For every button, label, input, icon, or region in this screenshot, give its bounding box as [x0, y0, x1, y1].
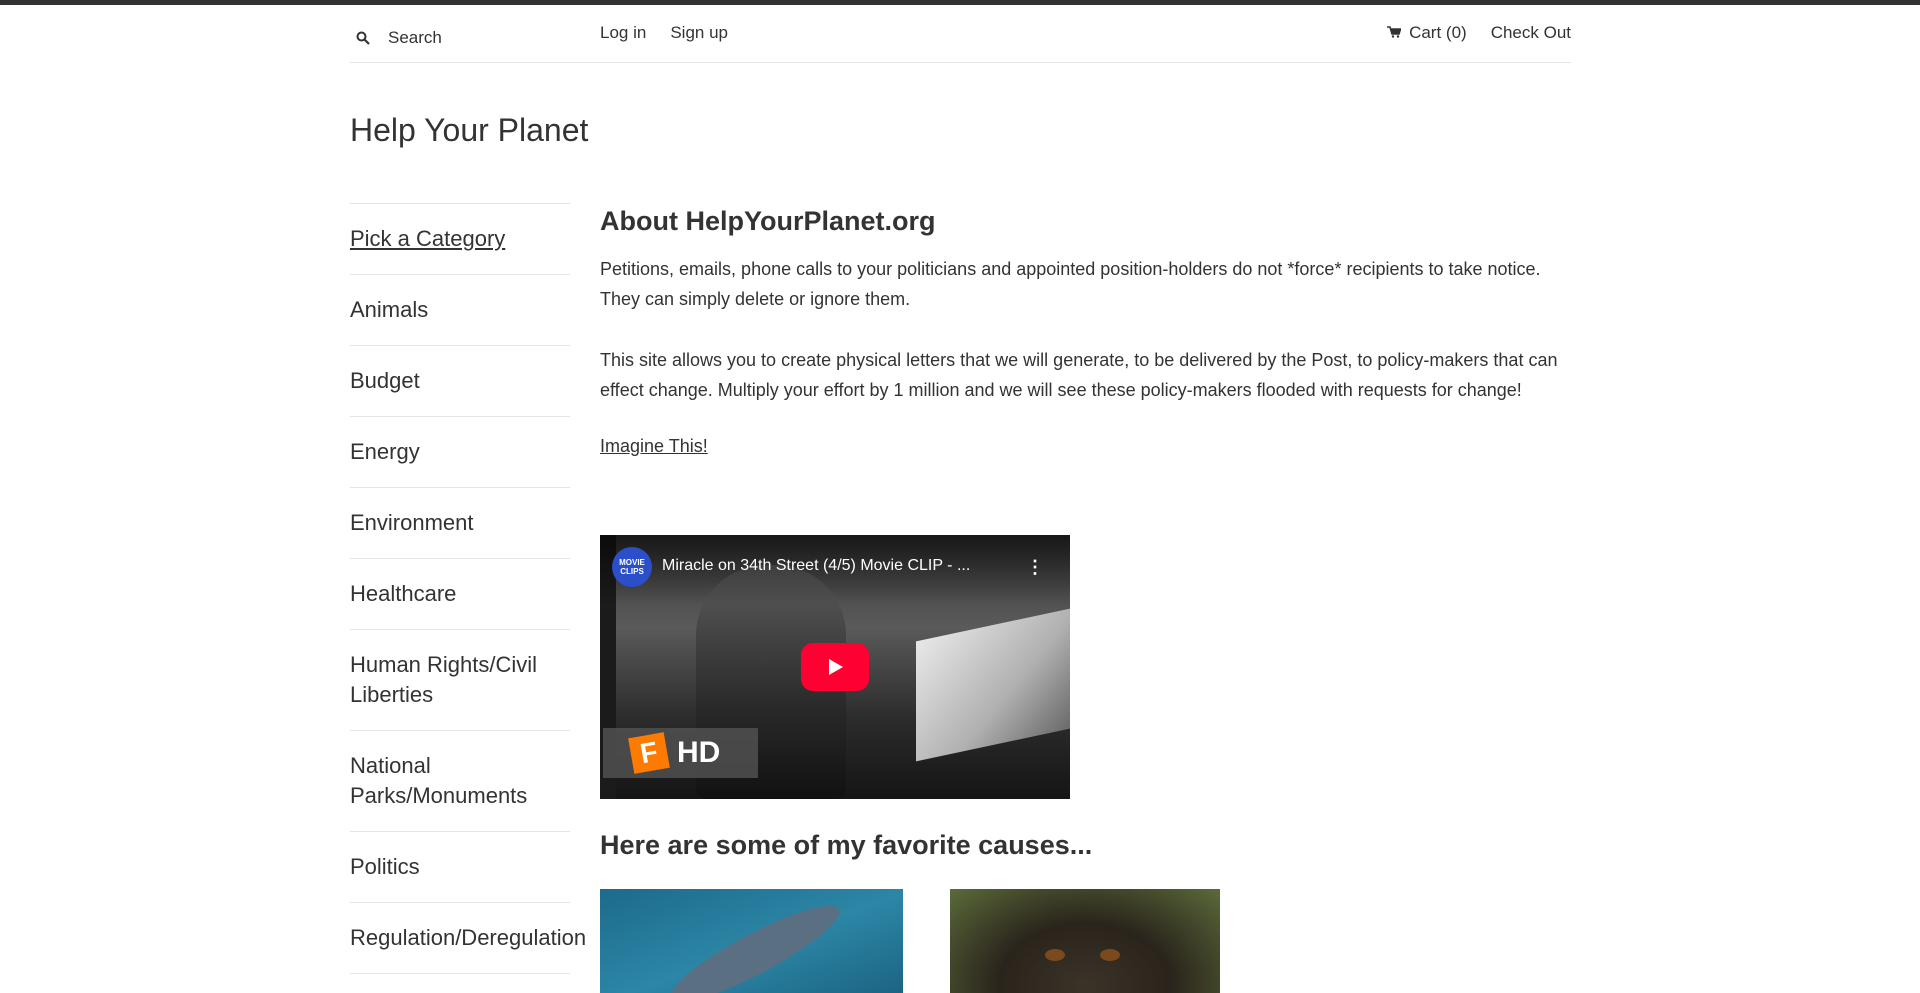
about-paragraph-2: This site allows you to create physical … — [600, 350, 1558, 400]
search-form — [350, 21, 570, 55]
signup-link[interactable]: Sign up — [670, 23, 728, 43]
site-header: Log in Sign up Cart (0) Check Out — [350, 5, 1571, 63]
sidebar-item-environment[interactable]: Environment — [350, 487, 570, 558]
imagine-this-link[interactable]: Imagine This! — [600, 436, 708, 457]
sidebar-item-human-rights[interactable]: Human Rights/Civil Liberties — [350, 629, 570, 730]
sidebar-heading[interactable]: Pick a Category — [350, 203, 570, 274]
search-icon[interactable] — [350, 21, 388, 55]
sidebar-item-regulation[interactable]: Regulation/Deregulation — [350, 902, 586, 973]
sidebar-heading-label: Pick a Category — [350, 226, 506, 251]
search-input[interactable] — [388, 28, 558, 48]
sidebar-divider — [350, 973, 570, 974]
more-options-icon[interactable]: ⋮ — [1026, 555, 1044, 579]
about-title: About HelpYourPlanet.org — [600, 206, 936, 236]
gorilla-eye-right — [1100, 949, 1120, 961]
cart-links: Cart (0) Check Out — [1387, 23, 1571, 43]
fandango-hd-badge: F HD — [603, 728, 758, 778]
channel-avatar[interactable]: MOVIE CLIPS — [612, 547, 652, 587]
cart-icon — [1387, 23, 1402, 43]
sidebar-item-national-parks[interactable]: National Parks/Monuments — [350, 730, 570, 831]
cause-image-gorilla[interactable] — [950, 889, 1220, 993]
sidebar-item-animals[interactable]: Animals — [350, 274, 570, 345]
cart-label: Cart (0) — [1409, 23, 1467, 42]
sidebar-item-healthcare[interactable]: Healthcare — [350, 558, 570, 629]
whale-shape — [661, 891, 849, 993]
sidebar-item-politics[interactable]: Politics — [350, 831, 570, 902]
causes-title: Here are some of my favorite causes... — [600, 830, 1093, 860]
video-papers — [916, 608, 1070, 762]
checkout-link[interactable]: Check Out — [1491, 23, 1571, 43]
fandango-logo: F — [628, 732, 670, 774]
gorilla-eye-left — [1045, 949, 1065, 961]
video-title[interactable]: Miracle on 34th Street (4/5) Movie CLIP … — [662, 557, 1007, 575]
play-button[interactable] — [801, 643, 869, 691]
account-links: Log in Sign up — [600, 23, 728, 43]
cause-image-whale[interactable] — [600, 889, 903, 993]
cart-link[interactable]: Cart (0) — [1387, 23, 1467, 43]
sidebar-item-budget[interactable]: Budget — [350, 345, 570, 416]
hd-label: HD — [677, 736, 721, 769]
login-link[interactable]: Log in — [600, 23, 646, 43]
site-title[interactable]: Help Your Planet — [350, 112, 588, 149]
sidebar-item-energy[interactable]: Energy — [350, 416, 570, 487]
embedded-video[interactable]: MOVIE CLIPS Miracle on 34th Street (4/5)… — [600, 535, 1070, 799]
play-icon — [829, 659, 843, 675]
about-paragraph-1: Petitions, emails, phone calls to your p… — [600, 259, 1541, 309]
category-sidebar: Pick a Category Animals Budget Energy En… — [350, 203, 586, 974]
main-content: About HelpYourPlanet.org Petitions, emai… — [600, 200, 1571, 993]
